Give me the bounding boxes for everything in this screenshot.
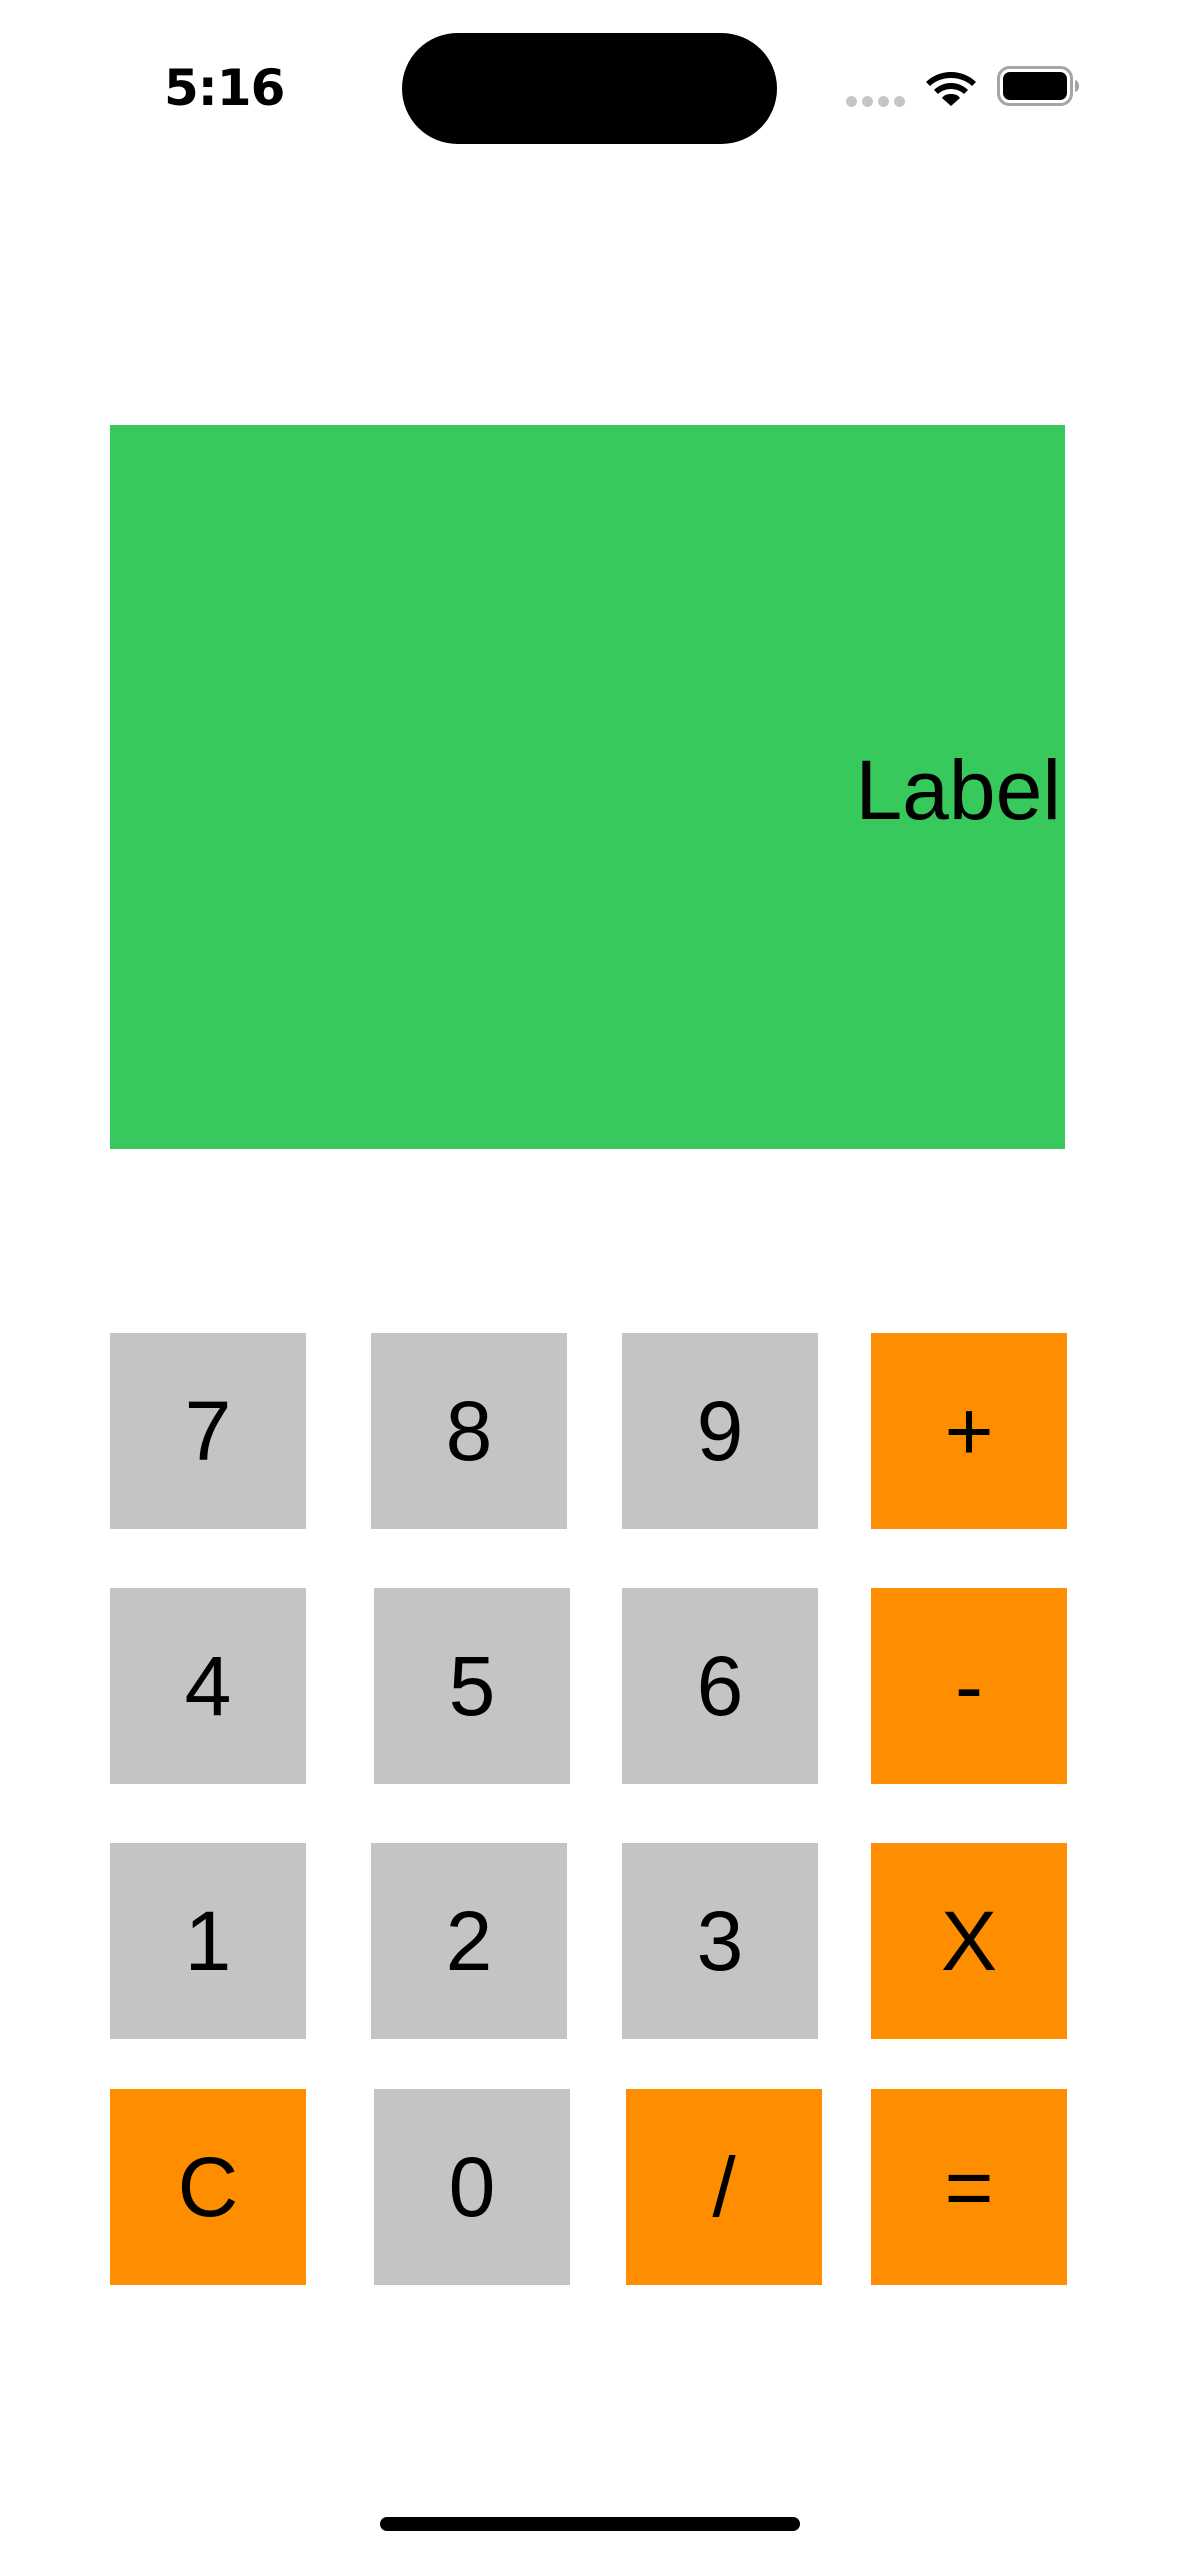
multiply-button[interactable]: X [871,1843,1067,2039]
dynamic-island [402,33,777,144]
minus-button[interactable]: - [871,1588,1067,1784]
key-9-button[interactable]: 9 [622,1333,818,1529]
key-5-button[interactable]: 5 [374,1588,570,1784]
key-7-button[interactable]: 7 [110,1333,306,1529]
wifi-icon [926,72,976,106]
key-0-button[interactable]: 0 [374,2089,570,2285]
result-display: Label [110,425,1065,1149]
key-4-button[interactable]: 4 [110,1588,306,1784]
key-2-button[interactable]: 2 [371,1843,567,2039]
divide-button[interactable]: / [626,2089,822,2285]
battery-icon [997,66,1079,106]
plus-button[interactable]: + [871,1333,1067,1529]
status-bar-time: 5:16 [164,59,285,117]
result-label: Label [855,743,1061,837]
clear-button[interactable]: C [110,2089,306,2285]
key-6-button[interactable]: 6 [622,1588,818,1784]
home-indicator[interactable] [380,2517,800,2531]
key-1-button[interactable]: 1 [110,1843,306,2039]
key-3-button[interactable]: 3 [622,1843,818,2039]
cellular-signal-icon [846,96,906,108]
key-8-button[interactable]: 8 [371,1333,567,1529]
equals-button[interactable]: = [871,2089,1067,2285]
